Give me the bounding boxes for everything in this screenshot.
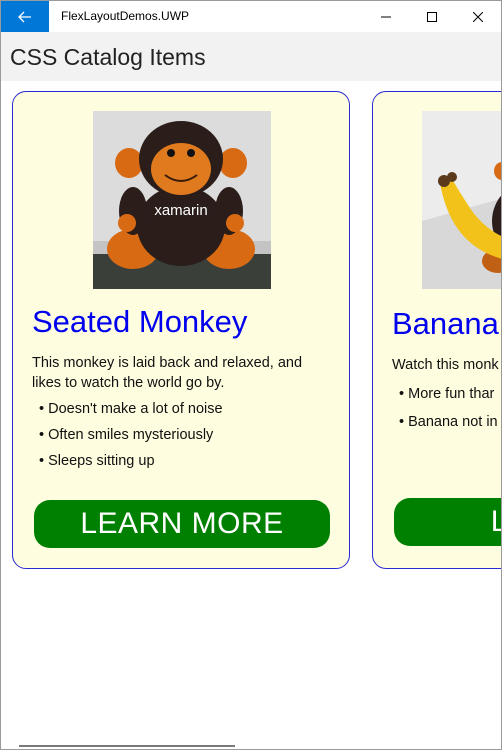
shirt-logo-text: xamarin — [154, 202, 207, 219]
banana-photo — [422, 111, 501, 289]
card-description: This monkey is laid back and relaxed, an… — [32, 355, 303, 391]
catalog-card-seated-monkey: xamarin Seated Monkey This monkey is lai… — [12, 91, 350, 569]
monkey-photo: xamarin — [93, 111, 271, 289]
learn-more-button[interactable]: LEARN — [394, 498, 501, 546]
bullet-item: Often smiles mysteriously — [39, 425, 223, 451]
app-title: FlexLayoutDemos.UWP — [61, 9, 190, 23]
card-description: Watch this monk — [392, 357, 499, 373]
app-window: FlexLayoutDemos.UWP CSS Catalog Items xa… — [0, 0, 502, 750]
card-title: Seated Monkey — [32, 304, 248, 339]
learn-more-button[interactable]: LEARN MORE — [34, 500, 330, 548]
catalog-card-banana: Banana Watch this monk More fun thar Ban… — [372, 91, 501, 569]
maximize-button[interactable] — [409, 1, 455, 32]
arrow-left-icon — [18, 11, 31, 22]
card-title: Banana — [392, 306, 499, 341]
page-header: CSS Catalog Items — [1, 32, 501, 81]
card-bullet-list: Doesn't make a lot of noise Often smiles… — [39, 399, 223, 477]
minimize-button[interactable] — [363, 1, 409, 32]
bullet-item: More fun thar — [399, 384, 498, 412]
minimize-icon — [381, 16, 391, 17]
card-bullet-list: More fun thar Banana not in — [399, 384, 498, 440]
bullet-item: Sleeps sitting up — [39, 451, 223, 477]
back-button[interactable] — [1, 1, 49, 32]
title-bar: FlexLayoutDemos.UWP — [1, 1, 501, 32]
maximize-icon — [427, 11, 437, 22]
page-title: CSS Catalog Items — [10, 44, 206, 70]
bullet-item: Banana not in — [399, 412, 498, 440]
close-icon — [473, 11, 483, 22]
close-button[interactable] — [455, 1, 501, 32]
horizontal-scrollbar[interactable] — [19, 745, 235, 747]
bullet-item: Doesn't make a lot of noise — [39, 399, 222, 425]
catalog-scroller[interactable]: xamarin Seated Monkey This monkey is lai… — [1, 81, 501, 749]
